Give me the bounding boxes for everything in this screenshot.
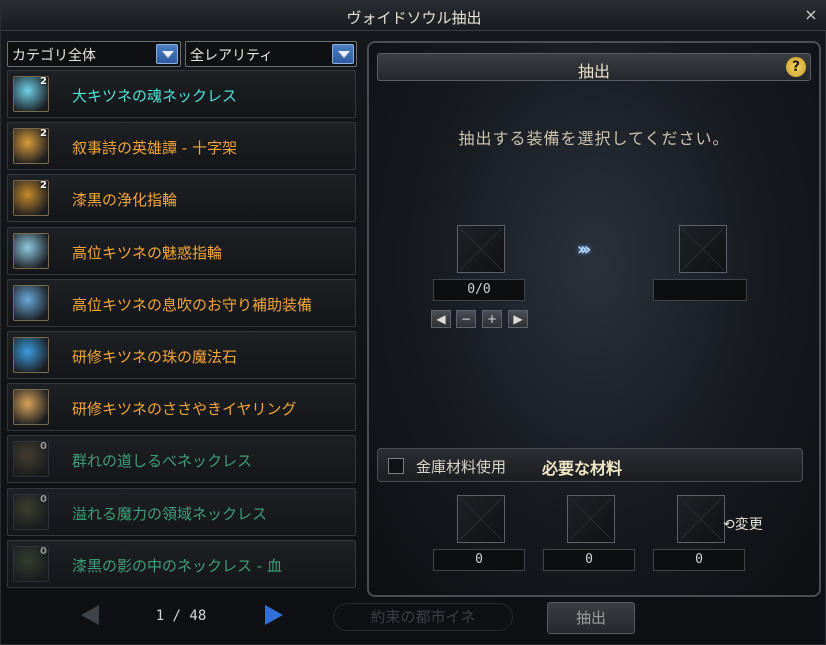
item-name: 研修キツネの珠の魔法石 — [72, 348, 238, 366]
material-bar: 金庫材料使用 必要な材料 — [377, 448, 803, 482]
stepper-first-button[interactable]: ◀ — [431, 310, 451, 328]
material-count-3: 0 — [653, 549, 745, 571]
item-enhance-badge: 0 — [40, 545, 47, 557]
item-icon — [13, 284, 49, 321]
item-name: 高位キツネの魅惑指輪 — [72, 243, 223, 262]
extract-button[interactable]: 抽出 — [547, 602, 635, 634]
close-button[interactable]: × — [801, 5, 821, 25]
void-soul-extract-window: ヴォイドソウル抽出 × カテゴリ全体 全レアリティ 2 大キツネの魂ネックレス 2 叙… — [0, 0, 826, 645]
chevron-down-icon[interactable] — [332, 44, 354, 64]
item-enhance-badge: 2 — [40, 76, 47, 87]
item-icon: 0 — [13, 545, 49, 582]
required-materials-label: 必要な材料 — [542, 459, 623, 478]
arrow-right-icon: ››› — [577, 239, 591, 260]
item-enhance-badge: 2 — [40, 128, 47, 140]
chevron-down-icon[interactable] — [156, 44, 178, 64]
list-item[interactable]: 0 溢れる魔力の領域ネックレス — [7, 487, 356, 536]
list-item[interactable]: 2 大キツネの魂ネックレス — [7, 70, 356, 118]
item-icon: 0 — [13, 441, 49, 478]
stepper-last-button[interactable]: ▶ — [508, 310, 528, 328]
item-name: 漆黒の浄化指輪 — [72, 191, 178, 210]
item-name: 叙事詩の英雄譚 - 十字架 — [72, 139, 237, 158]
material-slot-3[interactable] — [677, 495, 725, 543]
result-item-slot[interactable] — [679, 225, 727, 273]
change-material-button[interactable]: ⟲変更 — [723, 514, 763, 534]
stepper-plus-button[interactable]: + — [482, 310, 502, 328]
filter-bar: カテゴリ全体 全レアリティ — [7, 41, 357, 67]
item-icon: 2 — [13, 180, 49, 217]
item-icon — [13, 232, 49, 269]
next-page-button[interactable] — [265, 605, 283, 625]
item-name: 溢れる魔力の領域ネックレス — [72, 504, 268, 523]
source-count-display: 0/0 — [433, 279, 525, 301]
result-count-display — [653, 279, 747, 301]
item-icon — [13, 337, 49, 373]
extract-panel-header: 抽出 ? — [377, 53, 811, 81]
category-dropdown-label: カテゴリ全体 — [12, 48, 96, 64]
extract-panel-title: 抽出 — [577, 62, 610, 81]
rarity-dropdown[interactable]: 全レアリティ — [185, 41, 357, 67]
material-count-1: 0 — [433, 549, 525, 571]
prev-page-button[interactable] — [81, 605, 99, 625]
material-count-2: 0 — [543, 549, 635, 571]
background-zone-text: 約束の都市イネ — [333, 603, 513, 631]
pagination: 1 / 48 — [81, 604, 283, 628]
extract-panel: 抽出 ? 抽出する装備を選択してください。 ››› 0/0 ◀ − + ▶ 金庫… — [367, 41, 821, 597]
item-icon — [13, 389, 49, 426]
item-name: 群れの道しるべネックレス — [72, 452, 253, 471]
window-title: ヴォイドソウル抽出 — [346, 9, 482, 27]
page-indicator: 1 / 48 — [155, 608, 207, 624]
title-bar[interactable]: ヴォイドソウル抽出 × — [1, 1, 826, 31]
category-dropdown[interactable]: カテゴリ全体 — [7, 41, 181, 67]
use-storage-label: 金庫材料使用 — [416, 458, 507, 476]
rarity-dropdown-label: 全レアリティ — [190, 48, 274, 64]
list-item[interactable]: 2 叙事詩の英雄譚 - 十字架 — [7, 122, 356, 171]
list-item[interactable]: 2 漆黒の浄化指輪 — [7, 174, 356, 223]
list-item[interactable]: 高位キツネの魅惑指輪 — [7, 226, 356, 275]
use-storage-checkbox[interactable] — [388, 458, 404, 474]
item-name: 高位キツネの息吹のお守り補助装備 — [72, 295, 313, 314]
list-item[interactable]: 0 群れの道しるべネックレス — [7, 435, 356, 484]
instruction-text: 抽出する装備を選択してください。 — [458, 129, 730, 148]
stepper-minus-button[interactable]: − — [456, 310, 476, 328]
material-slot-2[interactable] — [567, 495, 615, 543]
item-enhance-badge: 2 — [40, 180, 47, 192]
item-icon: 0 — [13, 493, 49, 530]
item-icon: 2 — [13, 76, 49, 112]
item-name: 大キツネの魂ネックレス — [72, 87, 238, 105]
material-slot-1[interactable] — [457, 495, 505, 543]
item-icon: 2 — [13, 128, 49, 165]
source-equipment-slot[interactable] — [457, 225, 505, 273]
list-item[interactable]: 高位キツネの息吹のお守り補助装備 — [7, 278, 356, 327]
item-name: 研修キツネのささやきイヤリング — [72, 400, 297, 419]
help-icon[interactable]: ? — [786, 57, 806, 77]
item-enhance-badge: 0 — [40, 441, 47, 453]
list-item[interactable]: 0 漆黒の影の中のネックレス - 血 — [7, 539, 356, 588]
item-name: 漆黒の影の中のネックレス - 血 — [72, 556, 282, 575]
item-enhance-badge: 0 — [40, 493, 47, 505]
list-item[interactable]: 研修キツネのささやきイヤリング — [7, 383, 356, 432]
list-item[interactable]: 研修キツネの珠の魔法石 — [7, 331, 356, 379]
